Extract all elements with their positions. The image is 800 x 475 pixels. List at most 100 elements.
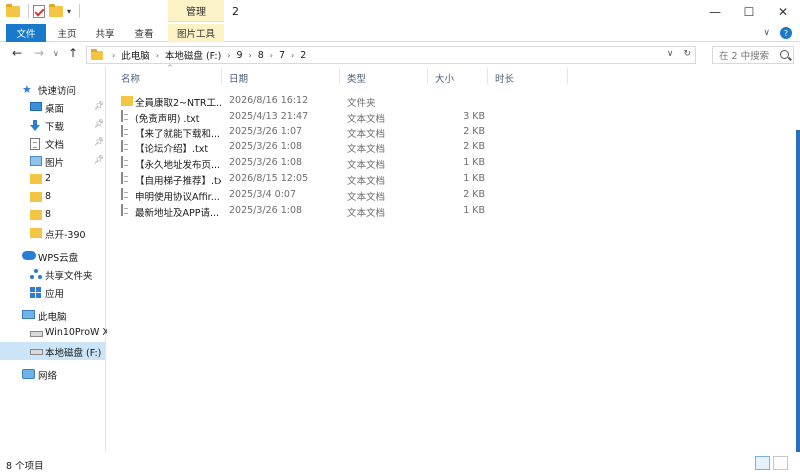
breadcrumb-7[interactable]: 7 bbox=[279, 50, 285, 61]
breadcrumb-2[interactable]: 2 bbox=[300, 50, 306, 61]
recent-locations-icon[interactable]: ∨ bbox=[53, 49, 59, 58]
expand-ribbon-icon[interactable]: ∨ bbox=[763, 28, 770, 38]
tab-share[interactable]: 共享 bbox=[90, 24, 120, 42]
tab-view[interactable]: 查看 bbox=[128, 24, 160, 42]
divider bbox=[28, 4, 29, 18]
back-arrow-icon[interactable]: ← bbox=[12, 46, 22, 60]
window-controls: — ☐ ✕ bbox=[698, 0, 800, 24]
divider[interactable] bbox=[221, 68, 222, 84]
sidebar-item-shared-folder[interactable]: 共享文件夹 bbox=[0, 265, 105, 283]
drive-icon bbox=[30, 349, 43, 355]
text-file-icon bbox=[121, 188, 123, 200]
drive-icon bbox=[30, 331, 43, 337]
sidebar-item-folder-2[interactable]: 2 bbox=[0, 170, 105, 188]
table-row[interactable]: 全員康取2~NTR工... 2026/8/16 16:12 文件夹 bbox=[107, 93, 797, 109]
table-row[interactable]: 【自用梯子推荐】.txt 2026/8/15 12:05 文本文档 1 KB bbox=[107, 171, 797, 187]
forward-arrow-icon[interactable]: → bbox=[34, 46, 44, 60]
view-toggle bbox=[755, 456, 788, 470]
table-row[interactable]: 【论坛介绍】.txt 2025/3/26 1:08 文本文档 2 KB bbox=[107, 139, 797, 155]
tab-picture-tools[interactable]: 图片工具 bbox=[168, 24, 224, 42]
new-folder-icon[interactable] bbox=[49, 3, 63, 17]
quick-access-toolbar: ▾ bbox=[6, 3, 81, 18]
column-date[interactable]: 日期 bbox=[229, 71, 248, 85]
sidebar-item-desktop[interactable]: 桌面 📌︎ bbox=[0, 98, 105, 116]
pin-icon[interactable]: 📌︎ bbox=[94, 119, 104, 128]
minimize-button[interactable]: — bbox=[698, 0, 732, 24]
chevron-right-icon[interactable]: › bbox=[156, 51, 159, 60]
search-input[interactable]: 在 2 中搜索 bbox=[712, 46, 794, 64]
chevron-right-icon[interactable]: › bbox=[249, 51, 252, 60]
chevron-right-icon[interactable]: › bbox=[112, 51, 115, 60]
title-bar: ▾ 管理 2 — ☐ ✕ bbox=[0, 0, 800, 24]
details-view-icon[interactable] bbox=[755, 456, 770, 470]
sidebar-item-label: 点开-390 bbox=[45, 230, 86, 241]
item-count: 8 个项目 bbox=[6, 461, 44, 472]
pin-icon[interactable]: 📌︎ bbox=[94, 101, 104, 110]
sidebar-item-apps[interactable]: 应用 bbox=[0, 283, 105, 301]
chevron-right-icon[interactable]: › bbox=[291, 51, 294, 60]
customize-toolbar-icon[interactable]: ▾ bbox=[67, 7, 71, 16]
up-arrow-icon[interactable]: ↑ bbox=[68, 46, 78, 60]
sidebar-item-wps-cloud[interactable]: WPS云盘 bbox=[0, 247, 105, 265]
close-button[interactable]: ✕ bbox=[766, 0, 800, 24]
file-date: 2025/3/26 1:08 bbox=[229, 205, 303, 216]
sidebar-item-documents[interactable]: 文档 📌︎ bbox=[0, 134, 105, 152]
sidebar-item-drive-f[interactable]: 本地磁盘 (F:) bbox=[0, 342, 105, 360]
divider[interactable] bbox=[567, 68, 568, 84]
divider[interactable] bbox=[487, 68, 488, 84]
folder-icon bbox=[121, 96, 133, 106]
breadcrumb-8[interactable]: 8 bbox=[258, 50, 264, 61]
computer-icon bbox=[22, 310, 35, 319]
search-icon[interactable] bbox=[780, 50, 789, 59]
folder-icon bbox=[91, 48, 103, 60]
file-size: 1 KB bbox=[463, 173, 485, 184]
table-row[interactable]: 最新地址及APP请... 2025/3/26 1:08 文本文档 1 KB bbox=[107, 203, 797, 219]
window-title: 2 bbox=[232, 5, 239, 18]
properties-icon[interactable] bbox=[33, 4, 45, 18]
address-bar[interactable]: › 此电脑 › 本地磁盘 (F:) › 9 › 8 › 7 › 2 ∨ ↻ bbox=[86, 46, 696, 64]
sidebar-item-folder-8b[interactable]: 8 bbox=[0, 206, 105, 224]
sidebar-item-label: 应用 bbox=[45, 289, 65, 300]
large-icons-view-icon[interactable] bbox=[773, 456, 788, 470]
sort-ascending-icon: ^ bbox=[167, 64, 173, 72]
table-row[interactable]: 【来了就能下载和... 2025/3/26 1:07 文本文档 2 KB bbox=[107, 124, 797, 140]
address-dropdown-icon[interactable]: ∨ bbox=[667, 49, 674, 59]
divider[interactable] bbox=[339, 68, 340, 84]
tab-home[interactable]: 主页 bbox=[52, 24, 82, 42]
column-type[interactable]: 类型 bbox=[347, 71, 366, 85]
sidebar-item-system-drive[interactable]: Win10ProW X bbox=[0, 324, 109, 342]
breadcrumb-9[interactable]: 9 bbox=[237, 50, 243, 61]
pin-icon[interactable]: 📌︎ bbox=[94, 155, 104, 164]
sidebar-item-this-pc[interactable]: 此电脑 bbox=[0, 306, 105, 324]
table-row[interactable]: 【永久地址发布页... 2025/3/26 1:08 文本文档 1 KB bbox=[107, 155, 797, 171]
sidebar-item-folder-8[interactable]: 8 bbox=[0, 188, 105, 206]
divider[interactable] bbox=[427, 68, 428, 84]
breadcrumb-this-pc[interactable]: 此电脑 bbox=[121, 48, 150, 62]
sidebar-item-pictures[interactable]: 图片 📌︎ bbox=[0, 152, 105, 170]
ribbon-tabs: 文件 主页 共享 查看 图片工具 ∨ ? bbox=[0, 24, 800, 42]
star-icon: ★ bbox=[22, 83, 32, 96]
manage-tab[interactable]: 管理 bbox=[168, 0, 224, 22]
sidebar-item-folder-390[interactable]: 点开-390 bbox=[0, 224, 105, 242]
table-row[interactable]: (免责声明) .txt 2025/4/13 21:47 文本文档 3 KB bbox=[107, 109, 797, 125]
sidebar-item-network[interactable]: 网络 bbox=[0, 365, 105, 383]
tab-file[interactable]: 文件 bbox=[6, 24, 46, 42]
download-icon bbox=[30, 120, 40, 131]
column-duration[interactable]: 时长 bbox=[495, 71, 514, 85]
breadcrumb-drive-f[interactable]: 本地磁盘 (F:) bbox=[165, 48, 221, 62]
refresh-icon[interactable]: ↻ bbox=[683, 49, 691, 59]
help-icon[interactable]: ? bbox=[780, 27, 792, 39]
column-name[interactable]: 名称 bbox=[121, 71, 140, 85]
sidebar-item-quick-access[interactable]: ★ 快速访问 bbox=[0, 80, 105, 98]
sidebar-item-label: 图片 bbox=[45, 158, 65, 169]
chevron-right-icon[interactable]: › bbox=[227, 51, 230, 60]
file-name: 申明使用协议Affir... bbox=[135, 192, 220, 203]
folder-icon bbox=[30, 210, 42, 220]
maximize-button[interactable]: ☐ bbox=[732, 0, 766, 24]
sidebar-item-label: WPS云盘 bbox=[38, 253, 79, 264]
sidebar-item-downloads[interactable]: 下载 📌︎ bbox=[0, 116, 105, 134]
chevron-right-icon[interactable]: › bbox=[270, 51, 273, 60]
table-row[interactable]: 申明使用协议Affir... 2025/3/4 0:07 文本文档 2 KB bbox=[107, 187, 797, 203]
pin-icon[interactable]: 📌︎ bbox=[94, 137, 104, 146]
column-size[interactable]: 大小 bbox=[435, 71, 454, 85]
